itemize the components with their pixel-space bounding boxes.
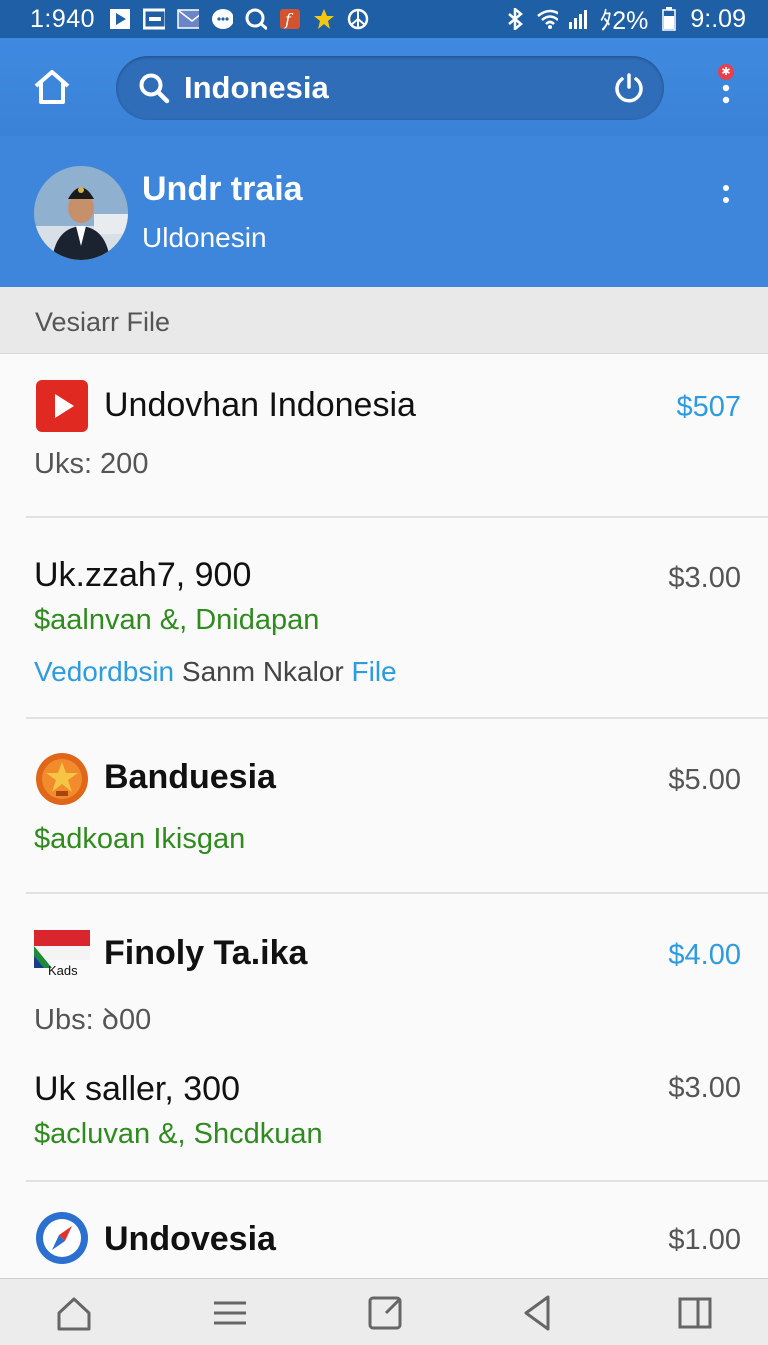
home-icon xyxy=(34,70,70,104)
item-title: Undovhan Indonesia xyxy=(104,386,416,424)
item-links: Vedordbsin Sanm Nkalor File xyxy=(34,656,397,688)
profile-name: Undr traia xyxy=(142,170,303,208)
app-f-icon: f xyxy=(279,8,301,30)
nav-home-button[interactable] xyxy=(54,1293,94,1333)
notification-badge-icon: ✱ xyxy=(718,64,734,80)
wifi-icon xyxy=(536,8,558,30)
signal-icon xyxy=(568,8,590,30)
search-icon xyxy=(139,73,170,104)
divider xyxy=(26,1180,768,1182)
play-icon xyxy=(109,8,131,30)
peace-icon xyxy=(347,8,369,30)
item-meta: Uks: 200 xyxy=(34,448,149,480)
youtube-icon xyxy=(36,380,88,432)
item-title: Uk.zzah7, 900 xyxy=(34,556,252,594)
battery-icon xyxy=(658,7,680,31)
item-price: $1.00 xyxy=(668,1224,741,1256)
item-subtitle: $adkoan Ikisgan xyxy=(34,823,246,855)
profile-subtitle: Uldonesin xyxy=(142,222,267,253)
star-icon xyxy=(313,8,335,30)
item-price: $3.00 xyxy=(668,1072,741,1104)
profile-menu-button[interactable] xyxy=(714,180,738,220)
menu-icon xyxy=(214,1301,246,1325)
trophy-app-icon xyxy=(36,753,88,805)
home-icon xyxy=(57,1297,91,1331)
status-time-right: 9:.09 xyxy=(690,4,746,33)
status-time-left: 1:940 xyxy=(30,4,96,33)
bottom-navigation xyxy=(0,1278,768,1345)
item-link-primary[interactable]: Vedordbsin xyxy=(34,656,174,687)
divider xyxy=(26,717,768,719)
avatar[interactable] xyxy=(34,166,128,260)
bluetooth-icon xyxy=(504,8,526,30)
item-title: Uk saller, 300 xyxy=(34,1070,240,1108)
person-portrait-icon xyxy=(34,166,128,260)
item-price: $507 xyxy=(676,391,741,423)
mail-icon xyxy=(177,8,200,30)
section-header: Vesiarr File xyxy=(0,287,768,354)
flag-icon: Kads xyxy=(34,928,90,984)
item-title: Banduesia xyxy=(104,758,276,796)
search-query-text[interactable]: Indonesia xyxy=(184,70,612,106)
search-badge-icon xyxy=(245,8,268,30)
window-icon xyxy=(143,8,166,30)
item-link-file[interactable]: File xyxy=(352,656,397,687)
recents-icon xyxy=(678,1297,712,1329)
item-price: $4.00 xyxy=(668,939,741,971)
compass-icon xyxy=(36,1212,88,1264)
item-meta: Ubs: ꝺ00 xyxy=(34,1004,152,1036)
status-bar: 1:940 f ﾀ2% 9:.09 xyxy=(0,0,768,38)
item-subtitle: $acluvan &, Shcdkuan xyxy=(34,1118,323,1150)
search-bar[interactable]: Indonesia xyxy=(116,56,664,120)
nav-recents-button[interactable] xyxy=(676,1293,716,1333)
flag-badge-text: Kads xyxy=(48,963,78,978)
nav-back-button[interactable] xyxy=(518,1293,558,1333)
item-title: Undovesia xyxy=(104,1220,276,1258)
item-subtitle: $aalnvan &, Dnidapan xyxy=(34,604,320,636)
item-price: $3.00 xyxy=(668,562,741,594)
item-link-text: Sanm Nkalor xyxy=(174,656,352,687)
battery-percent: ﾀ2% xyxy=(599,7,649,35)
nav-edit-button[interactable] xyxy=(366,1293,406,1333)
results-list: Undovhan Indonesia $507 Uks: 200 Uk.zzah… xyxy=(0,354,768,1278)
notification-icons: f xyxy=(109,8,369,30)
back-triangle-icon xyxy=(524,1295,550,1331)
home-button[interactable] xyxy=(33,68,71,106)
item-title: Finoly Ta.ika xyxy=(104,934,308,972)
edit-square-icon xyxy=(368,1296,402,1330)
item-price: $5.00 xyxy=(668,764,741,796)
profile-header: Undr traia Uldonesin xyxy=(0,136,768,287)
more-vert-icon xyxy=(723,185,729,203)
divider xyxy=(26,516,768,518)
app-bar: Indonesia ✱ xyxy=(0,38,768,136)
divider xyxy=(26,892,768,894)
chat-icon xyxy=(211,8,234,30)
power-icon[interactable] xyxy=(612,71,646,105)
nav-menu-button[interactable] xyxy=(210,1293,250,1333)
